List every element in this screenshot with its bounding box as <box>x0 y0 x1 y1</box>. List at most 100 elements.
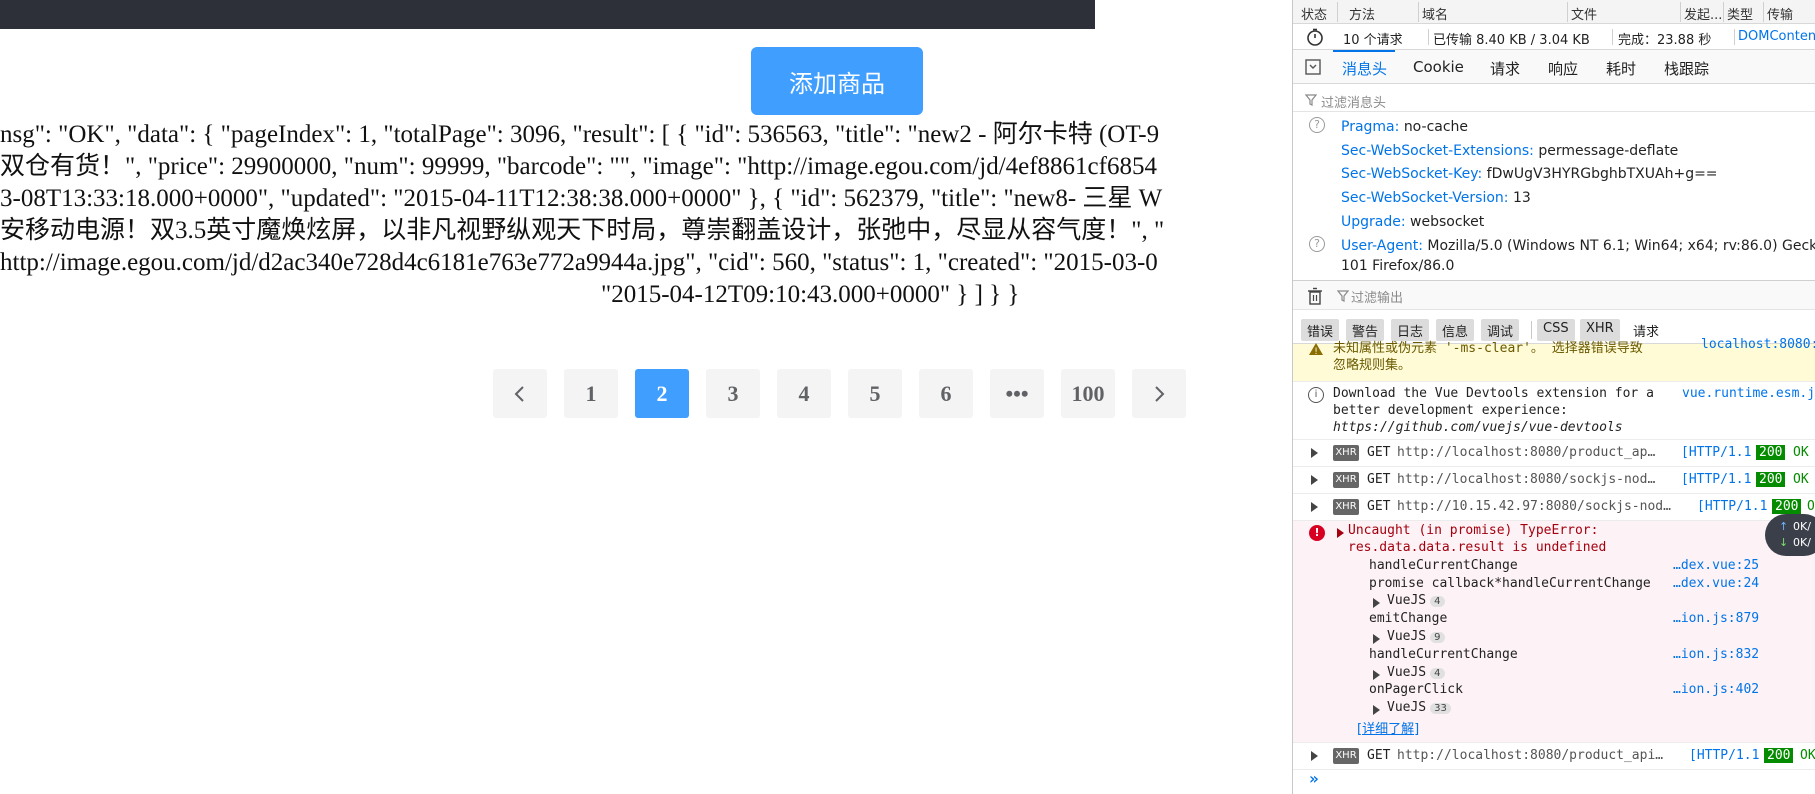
stack-frame-fn: handleCurrentChange <box>1369 558 1518 573</box>
column-initiator[interactable]: 发起... <box>1684 4 1722 23</box>
next-page-button[interactable] <box>1132 369 1186 418</box>
devtools-panel: 状态 方法 域名 文件 发起... 类型 传输 10 个请求 已传输 8.40 … <box>1292 0 1815 794</box>
stack-frame-link[interactable]: …dex.vue:25 <box>1673 558 1759 573</box>
stack-frame-link[interactable]: …ion.js:879 <box>1673 611 1759 626</box>
xhr-protocol: [HTTP/1.1 <box>1689 748 1760 763</box>
prev-page-button[interactable] <box>493 369 547 418</box>
expand-icon[interactable] <box>1311 448 1318 458</box>
download-speed: 0K/ <box>1793 536 1811 549</box>
xhr-url[interactable]: http://10.15.42.97:8080/sockjs-nod… <box>1397 499 1671 514</box>
expand-icon[interactable] <box>1337 528 1344 538</box>
xhr-badge: XHR <box>1333 499 1359 515</box>
column-file[interactable]: 文件 <box>1571 4 1597 23</box>
xhr-status-text: OK <box>1793 445 1809 460</box>
page-6-button[interactable]: 6 <box>919 369 973 418</box>
stack-group[interactable]: VueJS 4 <box>1387 593 1445 608</box>
tab-cookie[interactable]: Cookie <box>1413 58 1464 76</box>
info-text: Download the Vue Devtools extension for … <box>1333 386 1654 401</box>
column-type[interactable]: 类型 <box>1727 4 1753 23</box>
expand-icon[interactable] <box>1311 502 1318 512</box>
warning-text: 忽略规则集。 <box>1333 358 1412 373</box>
learn-more-link[interactable]: [详细了解] <box>1357 718 1419 737</box>
stack-group[interactable]: VueJS 4 <box>1387 665 1445 680</box>
xhr-status-code: 200 <box>1756 445 1786 460</box>
console-prompt[interactable]: » <box>1309 769 1319 788</box>
xhr-status-code: 200 <box>1772 499 1802 514</box>
network-speed-widget: ↑ 0K/ ↓ 0K/ <box>1765 514 1815 556</box>
json-line: "2015-04-12T09:10:43.000+0000" } ] } } <box>601 281 1020 308</box>
expand-icon[interactable] <box>1373 598 1380 608</box>
console-warning-message: ! 未知属性或伪元素 '-ms-clear'。 选择器错误导致 localhos… <box>1293 337 1815 382</box>
expand-icon[interactable] <box>1311 751 1318 761</box>
column-method[interactable]: 方法 <box>1349 4 1375 23</box>
console-xhr-row[interactable]: XHR GET http://localhost:8080/sockjs-nod… <box>1293 467 1815 494</box>
stack-frame-link[interactable]: …ion.js:402 <box>1673 682 1759 697</box>
page-3-button[interactable]: 3 <box>706 369 760 418</box>
add-product-button[interactable]: 添加商品 <box>751 47 923 115</box>
screen: 添加商品 nsg": "OK", "data": { "pageIndex": … <box>0 0 1815 794</box>
info-link[interactable]: https://github.com/vuejs/vue-devtools <box>1333 420 1623 435</box>
expand-icon[interactable] <box>1373 634 1380 644</box>
trash-icon[interactable] <box>1307 287 1323 305</box>
console-xhr-row[interactable]: XHR GET http://localhost:8080/product_ap… <box>1293 743 1815 770</box>
console-xhr-row[interactable]: XHR GET http://localhost:8080/product_ap… <box>1293 440 1815 467</box>
console-xhr-row[interactable]: XHR GET http://10.15.42.97:8080/sockjs-n… <box>1293 494 1815 521</box>
transferred-size: 已传输 8.40 KB / 3.04 KB <box>1433 33 1590 48</box>
column-transferred[interactable]: 传输 <box>1767 4 1793 23</box>
network-summary-bar: 10 个请求 已传输 8.40 KB / 3.04 KB 完成：23.88 秒 … <box>1293 24 1815 50</box>
header-ws-version: Sec-WebSocket-Version: 13 <box>1341 190 1815 206</box>
more-pages-button[interactable]: ••• <box>990 369 1044 418</box>
json-line: 安移动电源！双3.5英寸魔焕炫屏，以非凡视野纵观天下时局，尊崇翻盖设计，张弛中，… <box>0 217 1165 244</box>
xhr-url[interactable]: http://localhost:8080/product_api… <box>1397 748 1663 763</box>
xhr-status-text: OK <box>1800 748 1815 763</box>
page-1-button[interactable]: 1 <box>564 369 618 418</box>
expand-icon[interactable] <box>1373 705 1380 715</box>
help-icon[interactable]: ? <box>1309 236 1325 252</box>
page-4-button[interactable]: 4 <box>777 369 831 418</box>
tab-response[interactable]: 响应 <box>1548 58 1578 79</box>
finish-time: 完成：23.88 秒 <box>1618 33 1712 48</box>
xhr-url[interactable]: http://localhost:8080/sockjs-nod… <box>1397 472 1655 487</box>
chevron-left-icon <box>514 385 524 402</box>
top-nav-bar <box>0 0 1095 29</box>
stack-group[interactable]: VueJS 9 <box>1387 629 1445 644</box>
page-100-button[interactable]: 100 <box>1061 369 1115 418</box>
xhr-status-code: 200 <box>1756 472 1786 487</box>
xhr-status-code: 200 <box>1764 748 1794 763</box>
help-icon[interactable]: ? <box>1309 117 1325 133</box>
tab-request[interactable]: 请求 <box>1490 58 1520 79</box>
warning-location-link[interactable]: localhost:8080: <box>1701 337 1815 352</box>
console-output: ! 未知属性或伪元素 '-ms-clear'。 选择器错误导致 localhos… <box>1293 337 1815 794</box>
stack-frame-link[interactable]: …dex.vue:24 <box>1673 576 1759 591</box>
stack-frame-link[interactable]: …ion.js:832 <box>1673 647 1759 662</box>
header-key: User-Agent: <box>1341 238 1423 254</box>
network-column-header: 状态 方法 域名 文件 发起... 类型 传输 <box>1293 0 1815 24</box>
xhr-method: GET <box>1367 472 1391 487</box>
toggle-sidebar-icon[interactable] <box>1304 58 1322 76</box>
json-line: 双仓有货！", "price": 29900000, "num": 99999,… <box>0 153 1157 180</box>
page-2-button[interactable]: 2 <box>635 369 689 418</box>
page-5-button[interactable]: 5 <box>848 369 902 418</box>
info-location-link[interactable]: vue.runtime.esm.j <box>1682 386 1815 401</box>
filter-output-input[interactable]: 过滤输出 <box>1351 287 1403 306</box>
xhr-url[interactable]: http://localhost:8080/product_ap… <box>1397 445 1655 460</box>
header-key: Sec-WebSocket-Extensions: <box>1341 143 1534 159</box>
json-line: 3-08T13:33:18.000+0000", "updated": "201… <box>0 185 1163 212</box>
header-user-agent: User-Agent: Mozilla/5.0 (Windows NT 6.1;… <box>1341 238 1815 254</box>
tab-stack-trace[interactable]: 栈跟踪 <box>1664 58 1709 79</box>
tab-timings[interactable]: 耗时 <box>1606 58 1636 79</box>
expand-icon[interactable] <box>1373 670 1380 680</box>
tab-headers[interactable]: 消息头 <box>1342 58 1387 79</box>
frame-count-badge: 4 <box>1430 668 1445 679</box>
error-text: Uncaught (in promise) TypeError: <box>1348 523 1599 538</box>
stack-group[interactable]: VueJS 33 <box>1387 700 1451 715</box>
xhr-method: GET <box>1367 445 1391 460</box>
column-domain[interactable]: 域名 <box>1422 4 1448 23</box>
expand-icon[interactable] <box>1311 475 1318 485</box>
json-line: http://image.egou.com/jd/d2ac340e728d4c6… <box>0 249 1158 276</box>
filter-headers-input[interactable]: 过滤消息头 <box>1293 88 1815 112</box>
column-status[interactable]: 状态 <box>1301 4 1327 23</box>
header-ws-key: Sec-WebSocket-Key: fDwUgV3HYRGbghbTXUAh+… <box>1341 166 1815 182</box>
info-icon: i <box>1308 387 1324 403</box>
dom-content-loaded: DOMConten <box>1738 29 1815 44</box>
